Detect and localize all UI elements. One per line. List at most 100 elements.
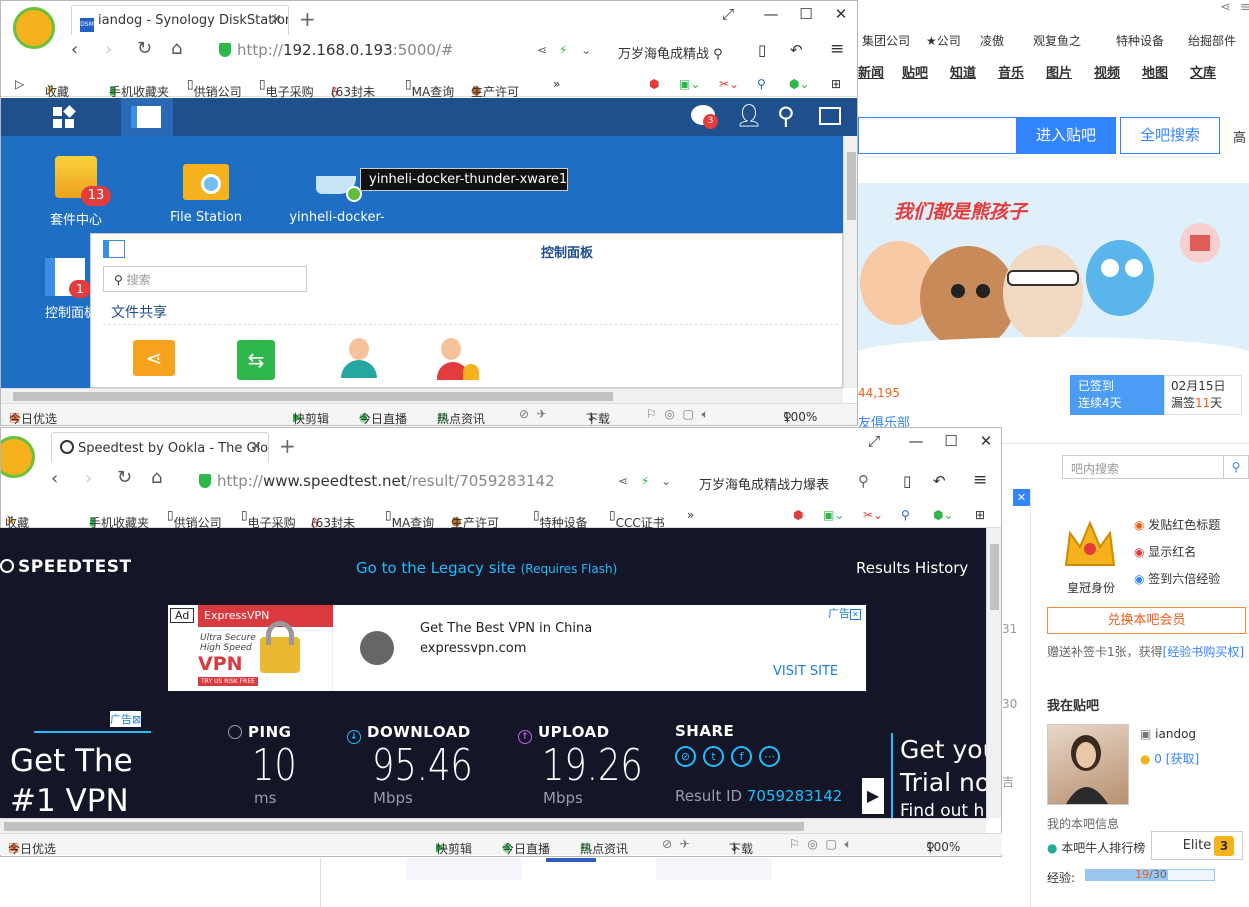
scroll-thumb[interactable]: [990, 544, 999, 610]
bar-search-input[interactable]: 吧内搜索: [1062, 455, 1224, 479]
bg-bookmark[interactable]: ★公司: [926, 32, 961, 49]
group-icon[interactable]: [437, 338, 481, 382]
facebook-share-icon[interactable]: f: [731, 746, 752, 767]
scroll-thumb[interactable]: [847, 152, 856, 220]
minimize-icon[interactable]: —: [756, 5, 786, 23]
close-window-icon[interactable]: ✕: [971, 432, 1001, 450]
nav-link[interactable]: 新闻: [858, 62, 884, 81]
vertical-scrollbar[interactable]: [986, 528, 1001, 818]
redeem-membership-button[interactable]: 兑换本吧会员: [1047, 607, 1246, 634]
back-icon[interactable]: ‹: [71, 39, 78, 60]
browser-mascot-icon[interactable]: [13, 7, 55, 49]
sidebar-toggle-icon[interactable]: ▷: [15, 77, 24, 91]
restore-icon[interactable]: ⤢: [713, 5, 743, 23]
undo-icon[interactable]: ↶: [790, 41, 803, 59]
extension-icon[interactable]: ▣⌄: [679, 77, 700, 91]
link-share-icon[interactable]: ⊘: [675, 746, 696, 767]
gift-link[interactable]: [经验书购买权]: [1163, 645, 1244, 659]
search-box[interactable]: 万岁海龟成精战 ⚲: [618, 43, 723, 62]
nav-link[interactable]: 音乐: [998, 62, 1024, 81]
scroll-thumb[interactable]: [4, 822, 804, 831]
main-menu-icon[interactable]: [53, 105, 76, 129]
more-bookmarks-icon[interactable]: »: [687, 508, 694, 522]
reader-icon[interactable]: ▯: [903, 472, 911, 490]
restore-icon[interactable]: ⤢: [859, 432, 889, 450]
forward-icon[interactable]: ›: [105, 39, 112, 60]
status-tool-icons[interactable]: ⊘ ✈: [519, 407, 547, 421]
extension-icon[interactable]: ⬢⌄: [933, 508, 954, 522]
tieba-search-box[interactable]: [858, 117, 1016, 154]
dropdown-icon[interactable]: ⌄: [581, 43, 591, 57]
rank-link[interactable]: ● 本吧牛人排行榜: [1047, 839, 1145, 856]
bg-bookmark[interactable]: 凌傲: [980, 32, 1004, 49]
refresh-icon[interactable]: ↻: [117, 467, 132, 488]
status-tool-icons[interactable]: ⊘ ✈: [662, 837, 690, 851]
advanced-search-link[interactable]: 高: [1233, 127, 1246, 146]
enter-bar-button[interactable]: 进入贴吧: [1016, 117, 1116, 154]
extension-icon[interactable]: ⚲: [757, 77, 766, 91]
home-icon[interactable]: ⌂: [171, 38, 182, 59]
bookmark-favorites[interactable]: ★ 收藏 ⌄: [5, 508, 29, 530]
tab-synology[interactable]: DSM iandog - Synology DiskStation ✕: [71, 5, 289, 35]
horizontal-scrollbar[interactable]: [1, 388, 843, 403]
nav-link[interactable]: 图片: [1046, 62, 1072, 81]
back-icon[interactable]: ‹: [51, 468, 58, 489]
extension-icon[interactable]: ▣⌄: [823, 508, 844, 522]
vertical-scrollbar[interactable]: [843, 136, 857, 388]
user-account-icon[interactable]: [341, 338, 377, 382]
bookmark[interactable]: ▯ 电子采购: [259, 77, 314, 99]
maximize-icon[interactable]: ☐: [791, 5, 821, 23]
extension-icon[interactable]: ⬢: [649, 77, 659, 91]
visit-site-button[interactable]: VISIT SITE: [773, 664, 838, 679]
get-coins-link[interactable]: [获取]: [1166, 752, 1199, 766]
extension-icon[interactable]: ⊞: [831, 77, 841, 91]
menu-icon[interactable]: ≡: [830, 39, 844, 59]
extension-icon[interactable]: ⊞: [975, 508, 985, 522]
checkin-badge[interactable]: 已签到 连续4天: [1070, 375, 1164, 415]
bg-share-icon[interactable]: ⋖: [1220, 0, 1231, 15]
more-bookmarks-icon[interactable]: »: [553, 77, 560, 91]
bg-menu-icon[interactable]: ≡: [1240, 0, 1249, 15]
cp-search-input[interactable]: ⚲ 搜索: [103, 266, 307, 292]
desktop-app-file-station[interactable]: File Station: [166, 164, 246, 225]
result-id-link[interactable]: 7059283142: [747, 787, 842, 805]
tab-speedtest[interactable]: Speedtest by Ookla - The Glo ✕: [51, 432, 269, 462]
bookmark[interactable]: ▯ MA查询: [405, 77, 454, 99]
speedup-icon[interactable]: ⚡: [641, 474, 649, 488]
close-ad-icon[interactable]: ✕: [1013, 489, 1030, 506]
nav-link[interactable]: 贴吧: [902, 62, 928, 81]
bookmark[interactable]: ▯ 特种设备: [533, 508, 588, 530]
results-history-link[interactable]: Results History: [856, 559, 968, 577]
bg-bookmark[interactable]: 绐掘部件: [1188, 32, 1236, 49]
bookmark[interactable]: ▯ 供销公司: [187, 77, 242, 99]
bookmark[interactable]: ▯ CCC证书: [609, 508, 665, 530]
home-icon[interactable]: ⌂: [151, 467, 162, 488]
status-tool-icons[interactable]: ⚐ ◎ ▢ 🔈︎: [646, 407, 709, 422]
reader-icon[interactable]: ▯: [758, 41, 766, 59]
search-icon[interactable]: ⚲: [858, 472, 869, 490]
more-share-icon[interactable]: ⋯: [759, 746, 780, 767]
nav-link[interactable]: 地图: [1142, 62, 1168, 81]
bg-bookmark[interactable]: 观复鱼之: [1033, 32, 1081, 49]
extension-icon[interactable]: ⬢: [793, 508, 803, 522]
avatar[interactable]: [1047, 724, 1129, 805]
refresh-icon[interactable]: ↻: [137, 38, 152, 59]
user-icon[interactable]: 👤︎: [735, 104, 763, 129]
maximize-icon[interactable]: ☐: [936, 432, 966, 450]
address-bar[interactable]: http://www.speedtest.net/result/70592831…: [217, 472, 555, 490]
bg-bookmark[interactable]: 集团公司: [862, 32, 910, 49]
speedup-icon[interactable]: ⚡: [559, 43, 567, 57]
desktop-app-control-panel[interactable]: 1 控制面板: [45, 258, 97, 321]
widgets-icon[interactable]: [819, 107, 841, 125]
expressvpn-ad[interactable]: Ad ExpressVPN Ultra Secure High Speed VP…: [168, 605, 866, 691]
taskbar-control-panel[interactable]: [121, 98, 173, 136]
close-tab-icon[interactable]: ✕: [250, 439, 262, 455]
dropdown-icon[interactable]: ⌄: [661, 474, 671, 488]
twitter-share-icon[interactable]: t: [703, 746, 724, 767]
shared-folder-icon[interactable]: ⋖: [133, 340, 175, 376]
nav-link[interactable]: 视频: [1094, 62, 1120, 81]
nav-link[interactable]: 文库: [1190, 62, 1216, 81]
extension-icon[interactable]: ⬢⌄: [789, 77, 810, 91]
username-link[interactable]: ▣ iandog: [1140, 727, 1196, 741]
ad-label[interactable]: 广告⊠: [110, 711, 142, 727]
